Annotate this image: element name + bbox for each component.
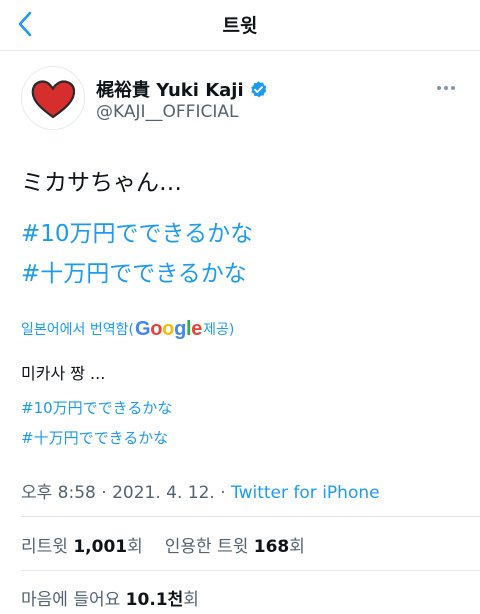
divider — [21, 570, 480, 571]
heart-avatar-image — [31, 80, 76, 119]
quote-tweets-stat[interactable]: 인용한 트윗 168회 — [165, 537, 305, 557]
translated-hashtag[interactable]: #十万円でできるかな — [21, 427, 168, 448]
more-options-button[interactable] — [432, 80, 460, 96]
tweet-hashtag[interactable]: #十万円でできるかな — [21, 254, 247, 288]
divider — [21, 516, 480, 517]
tweet-hashtag[interactable]: #10万円でできるかな — [21, 214, 253, 248]
engagement-stats: 리트윗 1,001회 인용한 트윗 168회 — [21, 532, 305, 557]
page-title: 트윗 — [222, 15, 258, 37]
verified-badge-icon — [250, 80, 267, 97]
translated-hashtag[interactable]: #10万円でできるかな — [21, 397, 172, 418]
translation-suffix: 제공) — [203, 322, 235, 338]
tweet-time[interactable]: 오후 8:58 — [21, 483, 96, 503]
google-logo: Google — [134, 317, 203, 340]
avatar[interactable] — [21, 66, 85, 130]
author-name[interactable]: 梶裕貴 Yuki Kaji — [96, 76, 244, 102]
more-horizontal-icon — [437, 86, 455, 90]
tweet-text: ミカサちゃん… — [21, 170, 182, 196]
tweet-timestamp: 오후 8:58 · 2021. 4. 12. · Twitter for iPh… — [21, 483, 380, 503]
translation-prefix: 일본어에서 번역함( — [21, 322, 134, 338]
translation-attribution[interactable]: 일본어에서 번역함( Google 제공) — [21, 317, 234, 341]
likes-stat[interactable]: 마음에 들어요 10.1천회 — [21, 585, 199, 610]
tweet-source-link[interactable]: Twitter for iPhone — [231, 483, 380, 503]
author-handle[interactable]: @KAJI__OFFICIAL — [96, 102, 238, 122]
author-name-row: 梶裕貴 Yuki Kaji — [96, 77, 268, 101]
tweet-date[interactable]: 2021. 4. 12. — [112, 483, 215, 503]
translated-text: 미카사 짱 ... — [21, 364, 106, 383]
retweets-stat[interactable]: 리트윗 1,001회 — [21, 537, 143, 557]
